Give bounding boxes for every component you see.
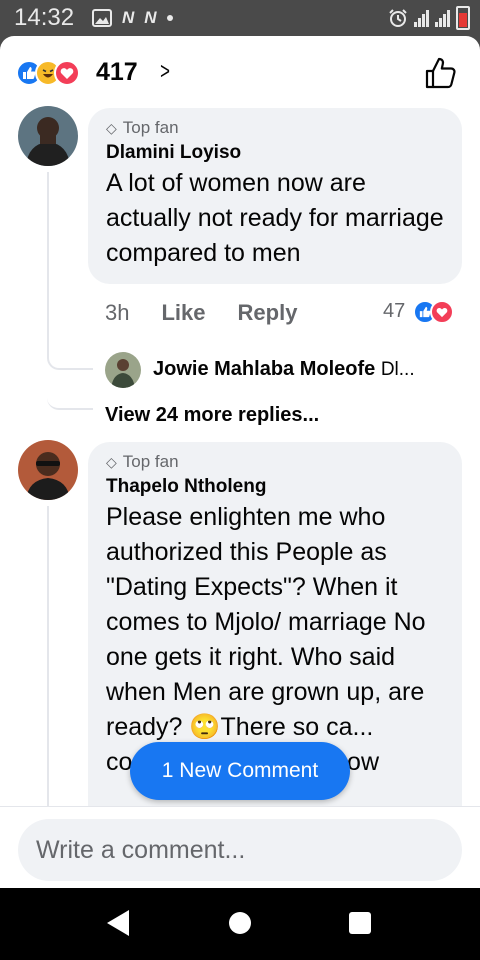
comment-reaction-count[interactable]: 47 (383, 300, 405, 323)
new-comment-button[interactable]: 1 New Comment (130, 742, 350, 800)
top-fan-badge: ◇ Top fan (106, 452, 444, 472)
dot-icon (166, 15, 173, 21)
comment-text: A lot of women now are actually not read… (106, 169, 444, 267)
hd-signal-icon (414, 9, 429, 27)
navigation-bar (0, 888, 480, 960)
comment-input[interactable]: Write a comment... (18, 819, 462, 881)
comment-actions: 3h Like Reply (105, 300, 297, 326)
reply-author-name: Jowie Mahlaba Moleofe (153, 358, 376, 380)
avatar[interactable] (18, 440, 78, 500)
battery-low-icon (456, 6, 470, 30)
image-icon (92, 9, 112, 27)
top-fan-label: Top fan (122, 452, 179, 471)
reply-connector (47, 340, 93, 370)
reaction-icons (16, 60, 80, 86)
status-right-icons (388, 6, 470, 30)
comment-author[interactable]: Thapelo Ntholeng (106, 476, 444, 498)
top-fan-label: Top fan (122, 118, 179, 137)
chevron-right-icon[interactable]: > (160, 58, 170, 86)
comment-bubble[interactable]: ◇ Top fan Dlamini Loyiso A lot of women … (88, 108, 462, 284)
reply-connector (47, 372, 93, 410)
status-time: 14:32 (14, 4, 75, 31)
comment-time: 3h (105, 300, 130, 325)
comment-composer: Write a comment... (0, 806, 480, 888)
top-fan-badge: ◇ Top fan (106, 118, 444, 138)
reply-button[interactable]: Reply (238, 300, 298, 326)
thread-line (47, 172, 49, 352)
avatar[interactable] (18, 106, 78, 166)
diamond-icon: ◇ (106, 119, 117, 136)
home-icon[interactable] (229, 912, 251, 934)
reactions-bar[interactable]: 417 > (0, 36, 480, 106)
thread-line (47, 506, 49, 826)
like-outline-icon[interactable] (424, 56, 458, 90)
status-bar: 14:32 N N (0, 0, 480, 36)
reply-snippet: Dl... (380, 359, 415, 380)
comment-text: Please enlighten me who authorized this … (106, 503, 426, 776)
reply-avatar[interactable] (105, 352, 141, 388)
signal-icon (435, 9, 450, 27)
recent-apps-icon[interactable] (349, 912, 371, 934)
screen: 14:32 N N 417 > ◇ Top fan Dlamini Loyiso… (0, 0, 480, 960)
status-left-icons: N N (92, 8, 173, 28)
reaction-count: 417 (96, 58, 138, 86)
love-icon (54, 60, 80, 86)
back-icon[interactable] (107, 910, 129, 936)
comment-reaction-icons[interactable] (413, 300, 454, 324)
love-icon (430, 300, 454, 324)
comments-sheet: 417 > ◇ Top fan Dlamini Loyiso A lot of … (0, 36, 480, 888)
view-more-replies-link[interactable]: View 24 more replies... (105, 404, 319, 427)
comment-author[interactable]: Dlamini Loyiso (106, 142, 444, 164)
like-button[interactable]: Like (161, 300, 205, 326)
diamond-icon: ◇ (106, 453, 117, 470)
comment: ◇ Top fan Dlamini Loyiso A lot of women … (0, 106, 480, 436)
reply-author[interactable]: Jowie Mahlaba Moleofe Dl... (153, 358, 415, 381)
app-notification-icon: N (122, 8, 135, 27)
alarm-icon (389, 9, 407, 27)
app-notification-icon: N (144, 8, 157, 27)
more-replies-row: View 24 more replies... (0, 396, 480, 436)
